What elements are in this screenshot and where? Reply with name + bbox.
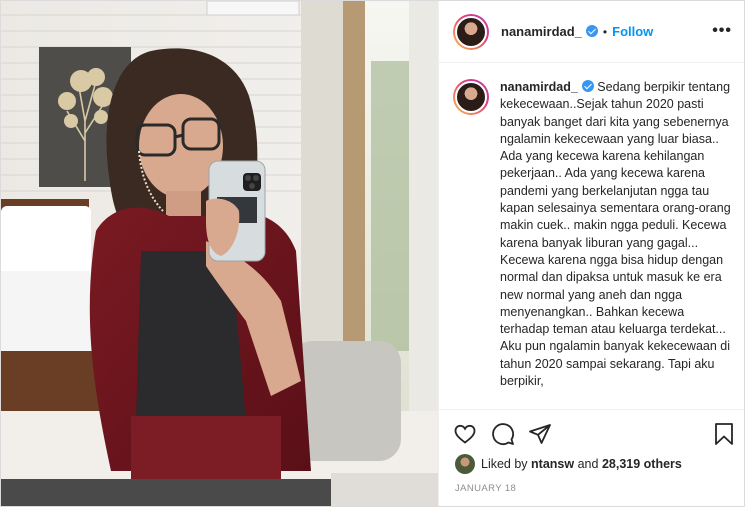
follow-button[interactable]: Follow	[612, 24, 653, 39]
share-icon[interactable]	[528, 422, 552, 446]
caption-text-block: nanamirdad_ Sedang berpikir tentang keke…	[500, 79, 732, 390]
username-link[interactable]: nanamirdad_	[501, 24, 598, 39]
likes-joiner: and	[577, 457, 599, 471]
likes-summary: Liked by ntansw and 28,319 others	[455, 454, 682, 474]
mirror-selfie-image	[1, 1, 438, 506]
heart-icon[interactable]	[453, 422, 477, 446]
more-options-icon[interactable]: •••	[712, 23, 732, 39]
caption-username-text: nanamirdad_	[500, 80, 578, 94]
post-header: nanamirdad_ • Follow •••	[439, 1, 744, 63]
post-date[interactable]: JANUARY 18	[455, 483, 516, 494]
likes-others-link[interactable]: 28,319 others	[602, 457, 682, 471]
caption-body: Sedang berpikir tentang kekecewaan..Seja…	[500, 80, 731, 389]
caption-username[interactable]: nanamirdad_	[500, 80, 594, 94]
username-text: nanamirdad_	[501, 24, 582, 39]
caption-avatar[interactable]	[453, 79, 489, 115]
post-sidebar: nanamirdad_ • Follow ••• nanamirdad_ Sed…	[438, 1, 744, 506]
verified-badge-icon	[585, 25, 598, 37]
avatar[interactable]	[453, 13, 489, 50]
comment-icon[interactable]	[491, 422, 515, 446]
caption-verified-badge-icon	[581, 80, 594, 92]
liker-avatar[interactable]	[455, 454, 475, 474]
post-photo[interactable]	[1, 1, 438, 506]
instagram-post: nanamirdad_ • Follow ••• nanamirdad_ Sed…	[0, 0, 745, 507]
bookmark-icon[interactable]	[713, 422, 735, 446]
separator-dot: •	[602, 24, 608, 39]
caption: nanamirdad_ Sedang berpikir tentang keke…	[453, 79, 738, 390]
action-bar: Liked by ntansw and 28,319 others JANUAR…	[439, 409, 744, 507]
likes-prefix: Liked by	[481, 457, 528, 471]
liker-username-link[interactable]: ntansw	[531, 457, 574, 471]
